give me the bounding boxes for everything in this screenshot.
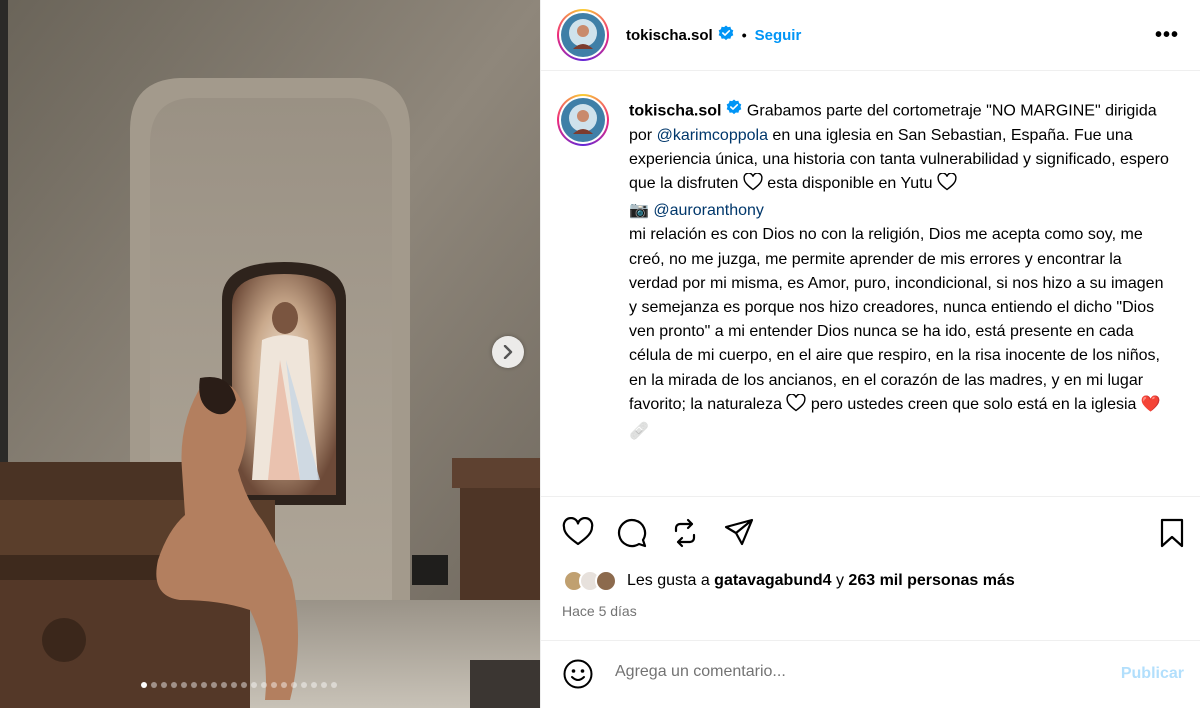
share-icon[interactable] (723, 517, 755, 554)
avatar-image (561, 13, 605, 57)
carousel-dot (231, 682, 237, 688)
caption-part5: pero ustedes creen que solo está en la i… (806, 395, 1141, 413)
post-side-panel: tokischa.sol • Seguir ••• tokischa.sol G… (540, 0, 1200, 708)
caption-text: tokischa.sol Grabamos parte del cortomet… (629, 99, 1169, 444)
carousel-dot (331, 682, 337, 688)
carousel-dot (141, 682, 147, 688)
carousel-dot (291, 682, 297, 688)
more-icon[interactable]: ••• (1155, 24, 1179, 47)
carousel-dot (311, 682, 317, 688)
emoji-icon[interactable] (562, 658, 594, 695)
carousel-dot (251, 682, 257, 688)
caption-section: tokischa.sol Grabamos parte del cortomet… (541, 72, 1200, 496)
carousel-dot (281, 682, 287, 688)
heart-icon[interactable] (562, 516, 594, 552)
post-photo (0, 0, 540, 708)
carousel-dot (301, 682, 307, 688)
carousel-dot (271, 682, 277, 688)
publish-button[interactable]: Publicar (1121, 665, 1184, 683)
next-slide-button[interactable] (492, 336, 524, 368)
caption-username[interactable]: tokischa.sol (629, 102, 721, 119)
caption-part3: esta disponible en Yutu (762, 174, 937, 192)
carousel-indicator (141, 682, 337, 688)
carousel-dot (151, 682, 157, 688)
likes-text: Les gusta a gatavagabund4 y 263 mil pers… (627, 572, 1015, 590)
likes-middle: y (831, 572, 849, 589)
avatar[interactable] (557, 9, 609, 61)
mention-link[interactable]: @karimcoppola (657, 127, 768, 144)
carousel-dot (191, 682, 197, 688)
repost-icon[interactable] (670, 517, 700, 554)
white-heart-icon (743, 172, 763, 199)
action-bar (541, 496, 1200, 568)
white-heart-icon (786, 393, 806, 420)
carousel-dot (201, 682, 207, 688)
camera-icon: 📷 (629, 202, 649, 220)
verified-icon (718, 25, 734, 46)
post-media[interactable] (0, 0, 540, 708)
header-separator: • (741, 27, 747, 43)
comment-bar: Publicar (541, 640, 1200, 708)
bookmark-icon[interactable] (1159, 517, 1185, 554)
avatar-image (561, 98, 605, 142)
likes-row[interactable]: Les gusta a gatavagabund4 y 263 mil pers… (563, 570, 1015, 592)
carousel-dot (261, 682, 267, 688)
carousel-dot (241, 682, 247, 688)
liker-username[interactable]: gatavagabund4 (714, 572, 831, 589)
carousel-dot (321, 682, 327, 688)
comment-icon[interactable] (616, 517, 648, 554)
avatar (595, 570, 617, 592)
white-heart-icon (937, 172, 957, 199)
post-timestamp[interactable]: Hace 5 días (562, 603, 637, 619)
follow-button[interactable]: Seguir (755, 27, 802, 44)
chevron-right-icon (503, 345, 513, 359)
carousel-dot (171, 682, 177, 688)
liker-avatars (563, 570, 617, 592)
carousel-dot (211, 682, 217, 688)
post-username[interactable]: tokischa.sol (626, 27, 713, 44)
comment-input[interactable] (615, 663, 1095, 681)
carousel-dot (181, 682, 187, 688)
likes-prefix: Les gusta a (627, 572, 715, 589)
post-header: tokischa.sol • Seguir ••• (541, 0, 1200, 71)
carousel-dot (161, 682, 167, 688)
caption-part4: mi relación es con Dios no con la religi… (629, 226, 1164, 413)
likes-count[interactable]: 263 mil personas más (848, 572, 1014, 589)
mention-link[interactable]: @auroranthony (653, 202, 764, 219)
carousel-dot (221, 682, 227, 688)
verified-icon (726, 99, 742, 123)
caption-avatar[interactable] (557, 94, 609, 146)
